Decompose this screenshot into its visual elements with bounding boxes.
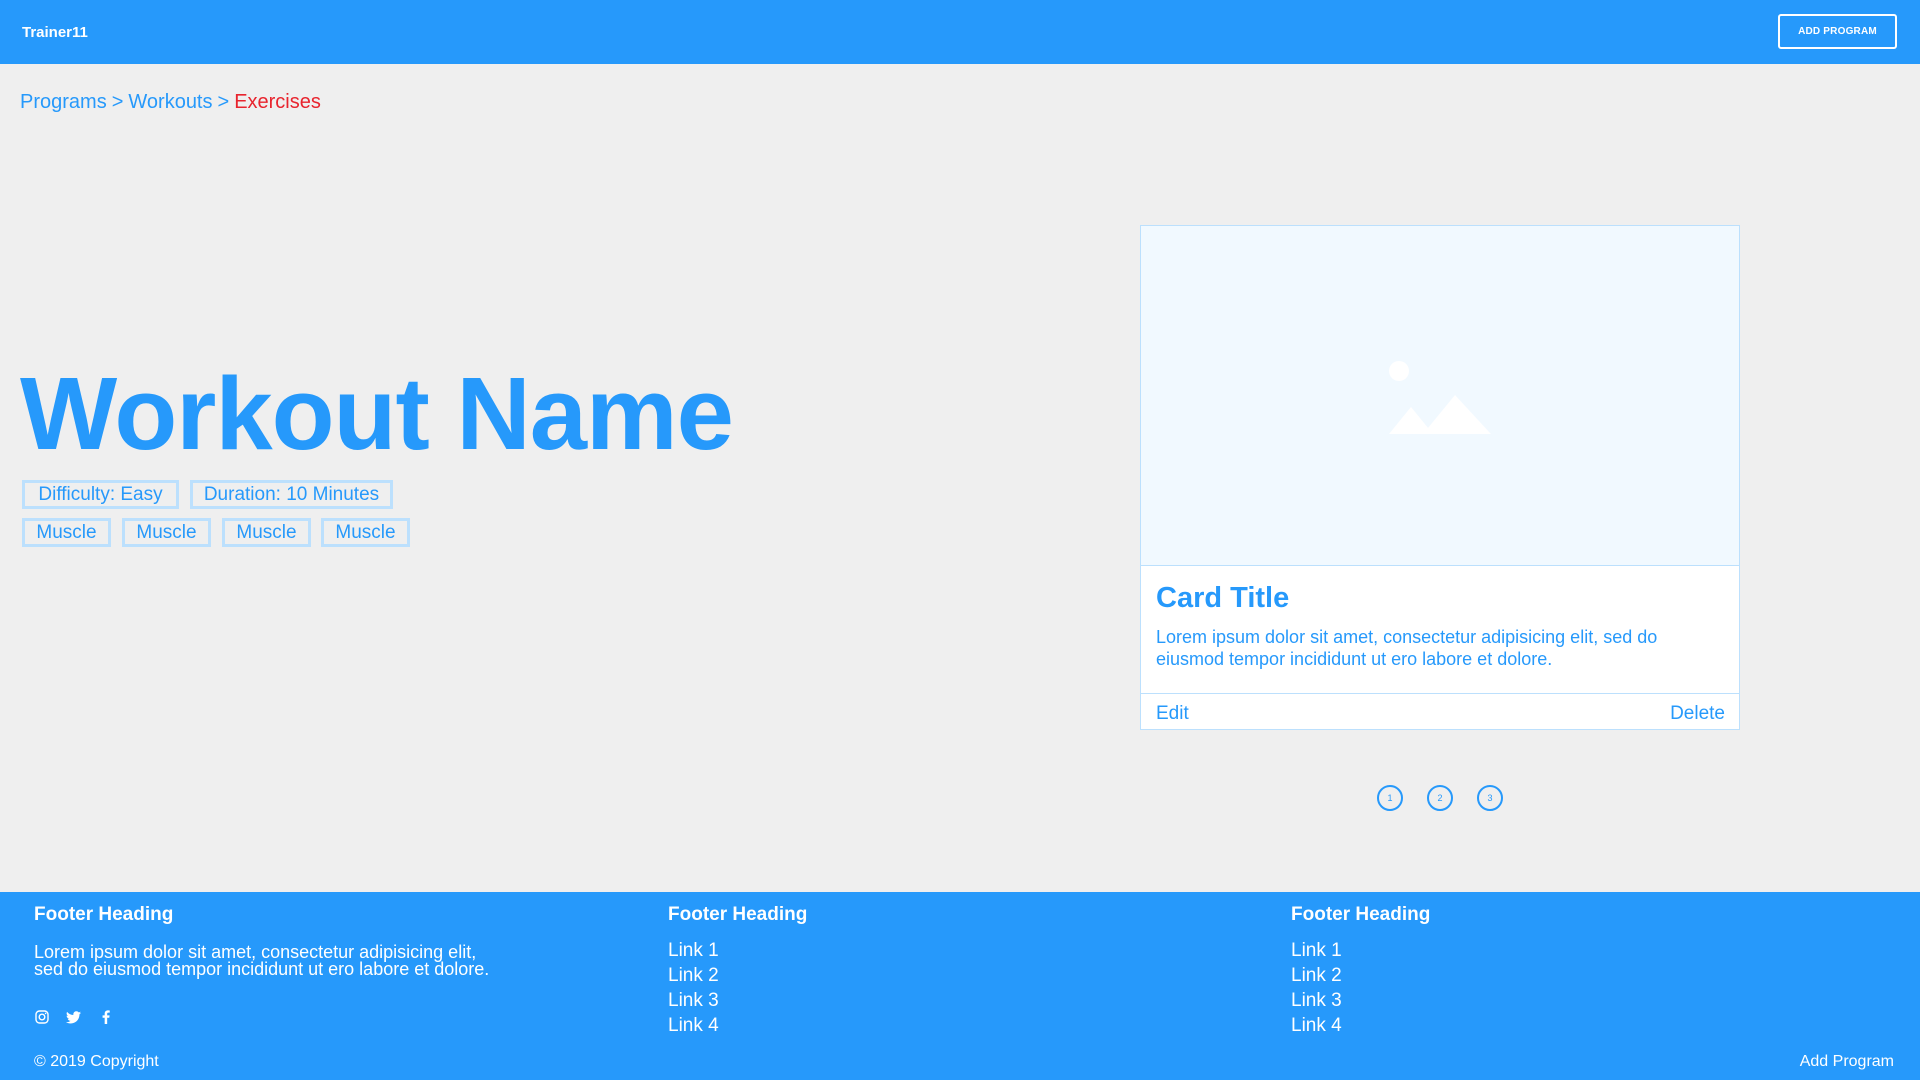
card-title: Card Title — [1156, 582, 1290, 614]
page-2-button[interactable]: 2 — [1427, 785, 1453, 811]
copyright-text: © 2019 Copyright — [34, 1053, 159, 1070]
footer-link[interactable]: Link 2 — [668, 965, 719, 987]
footer-link[interactable]: Link 1 — [1291, 940, 1342, 962]
footer-link[interactable]: Link 1 — [668, 940, 719, 962]
card-description: Lorem ipsum dolor sit amet, consectetur … — [1156, 627, 1658, 669]
instagram-icon[interactable] — [34, 1009, 50, 1025]
brand-logo[interactable]: Trainer11 — [22, 24, 88, 41]
top-navbar: Trainer11 ADD PROGRAM — [0, 0, 1920, 64]
footer-add-program-link[interactable]: Add Program — [1800, 1053, 1894, 1071]
footer-link[interactable]: Link 4 — [668, 1015, 719, 1037]
footer-link[interactable]: Link 2 — [1291, 965, 1342, 987]
footer: Footer Heading Lorem ipsum dolor sit ame… — [0, 892, 1920, 1080]
duration-tag: Duration: 10 Minutes — [190, 480, 393, 509]
page-3-button[interactable]: 3 — [1477, 785, 1503, 811]
footer-link[interactable]: Link 3 — [668, 990, 719, 1012]
footer-heading: Footer Heading — [1291, 904, 1431, 925]
footer-description: Lorem ipsum dolor sit amet, consectetur … — [34, 942, 490, 979]
footer-link[interactable]: Link 3 — [1291, 990, 1342, 1012]
delete-button[interactable]: Delete — [1670, 703, 1725, 725]
muscle-tag: Muscle — [22, 518, 111, 547]
difficulty-tag: Difficulty: Easy — [22, 480, 179, 509]
muscle-tag: Muscle — [222, 518, 311, 547]
breadcrumb: Programs > Workouts > Exercises — [20, 91, 321, 114]
breadcrumb-workouts[interactable]: Workouts — [128, 91, 212, 113]
page-1-button[interactable]: 1 — [1377, 785, 1403, 811]
facebook-icon[interactable] — [98, 1009, 114, 1025]
card-divider — [1141, 693, 1739, 694]
image-placeholder-icon — [1389, 361, 1491, 434]
breadcrumb-separator: > — [111, 91, 124, 113]
footer-heading: Footer Heading — [668, 904, 808, 925]
twitter-icon[interactable] — [65, 1009, 81, 1025]
card-image — [1141, 226, 1739, 566]
breadcrumb-separator: > — [217, 91, 230, 113]
footer-heading: Footer Heading — [34, 904, 174, 925]
muscle-tag: Muscle — [321, 518, 410, 547]
breadcrumb-exercises: Exercises — [234, 91, 321, 113]
add-program-button[interactable]: ADD PROGRAM — [1778, 14, 1897, 49]
edit-button[interactable]: Edit — [1156, 703, 1189, 725]
muscle-tag: Muscle — [122, 518, 211, 547]
workout-title: Workout Name — [20, 356, 734, 471]
breadcrumb-programs[interactable]: Programs — [20, 91, 107, 113]
footer-link[interactable]: Link 4 — [1291, 1015, 1342, 1037]
exercise-card: Card Title Lorem ipsum dolor sit amet, c… — [1140, 225, 1740, 730]
